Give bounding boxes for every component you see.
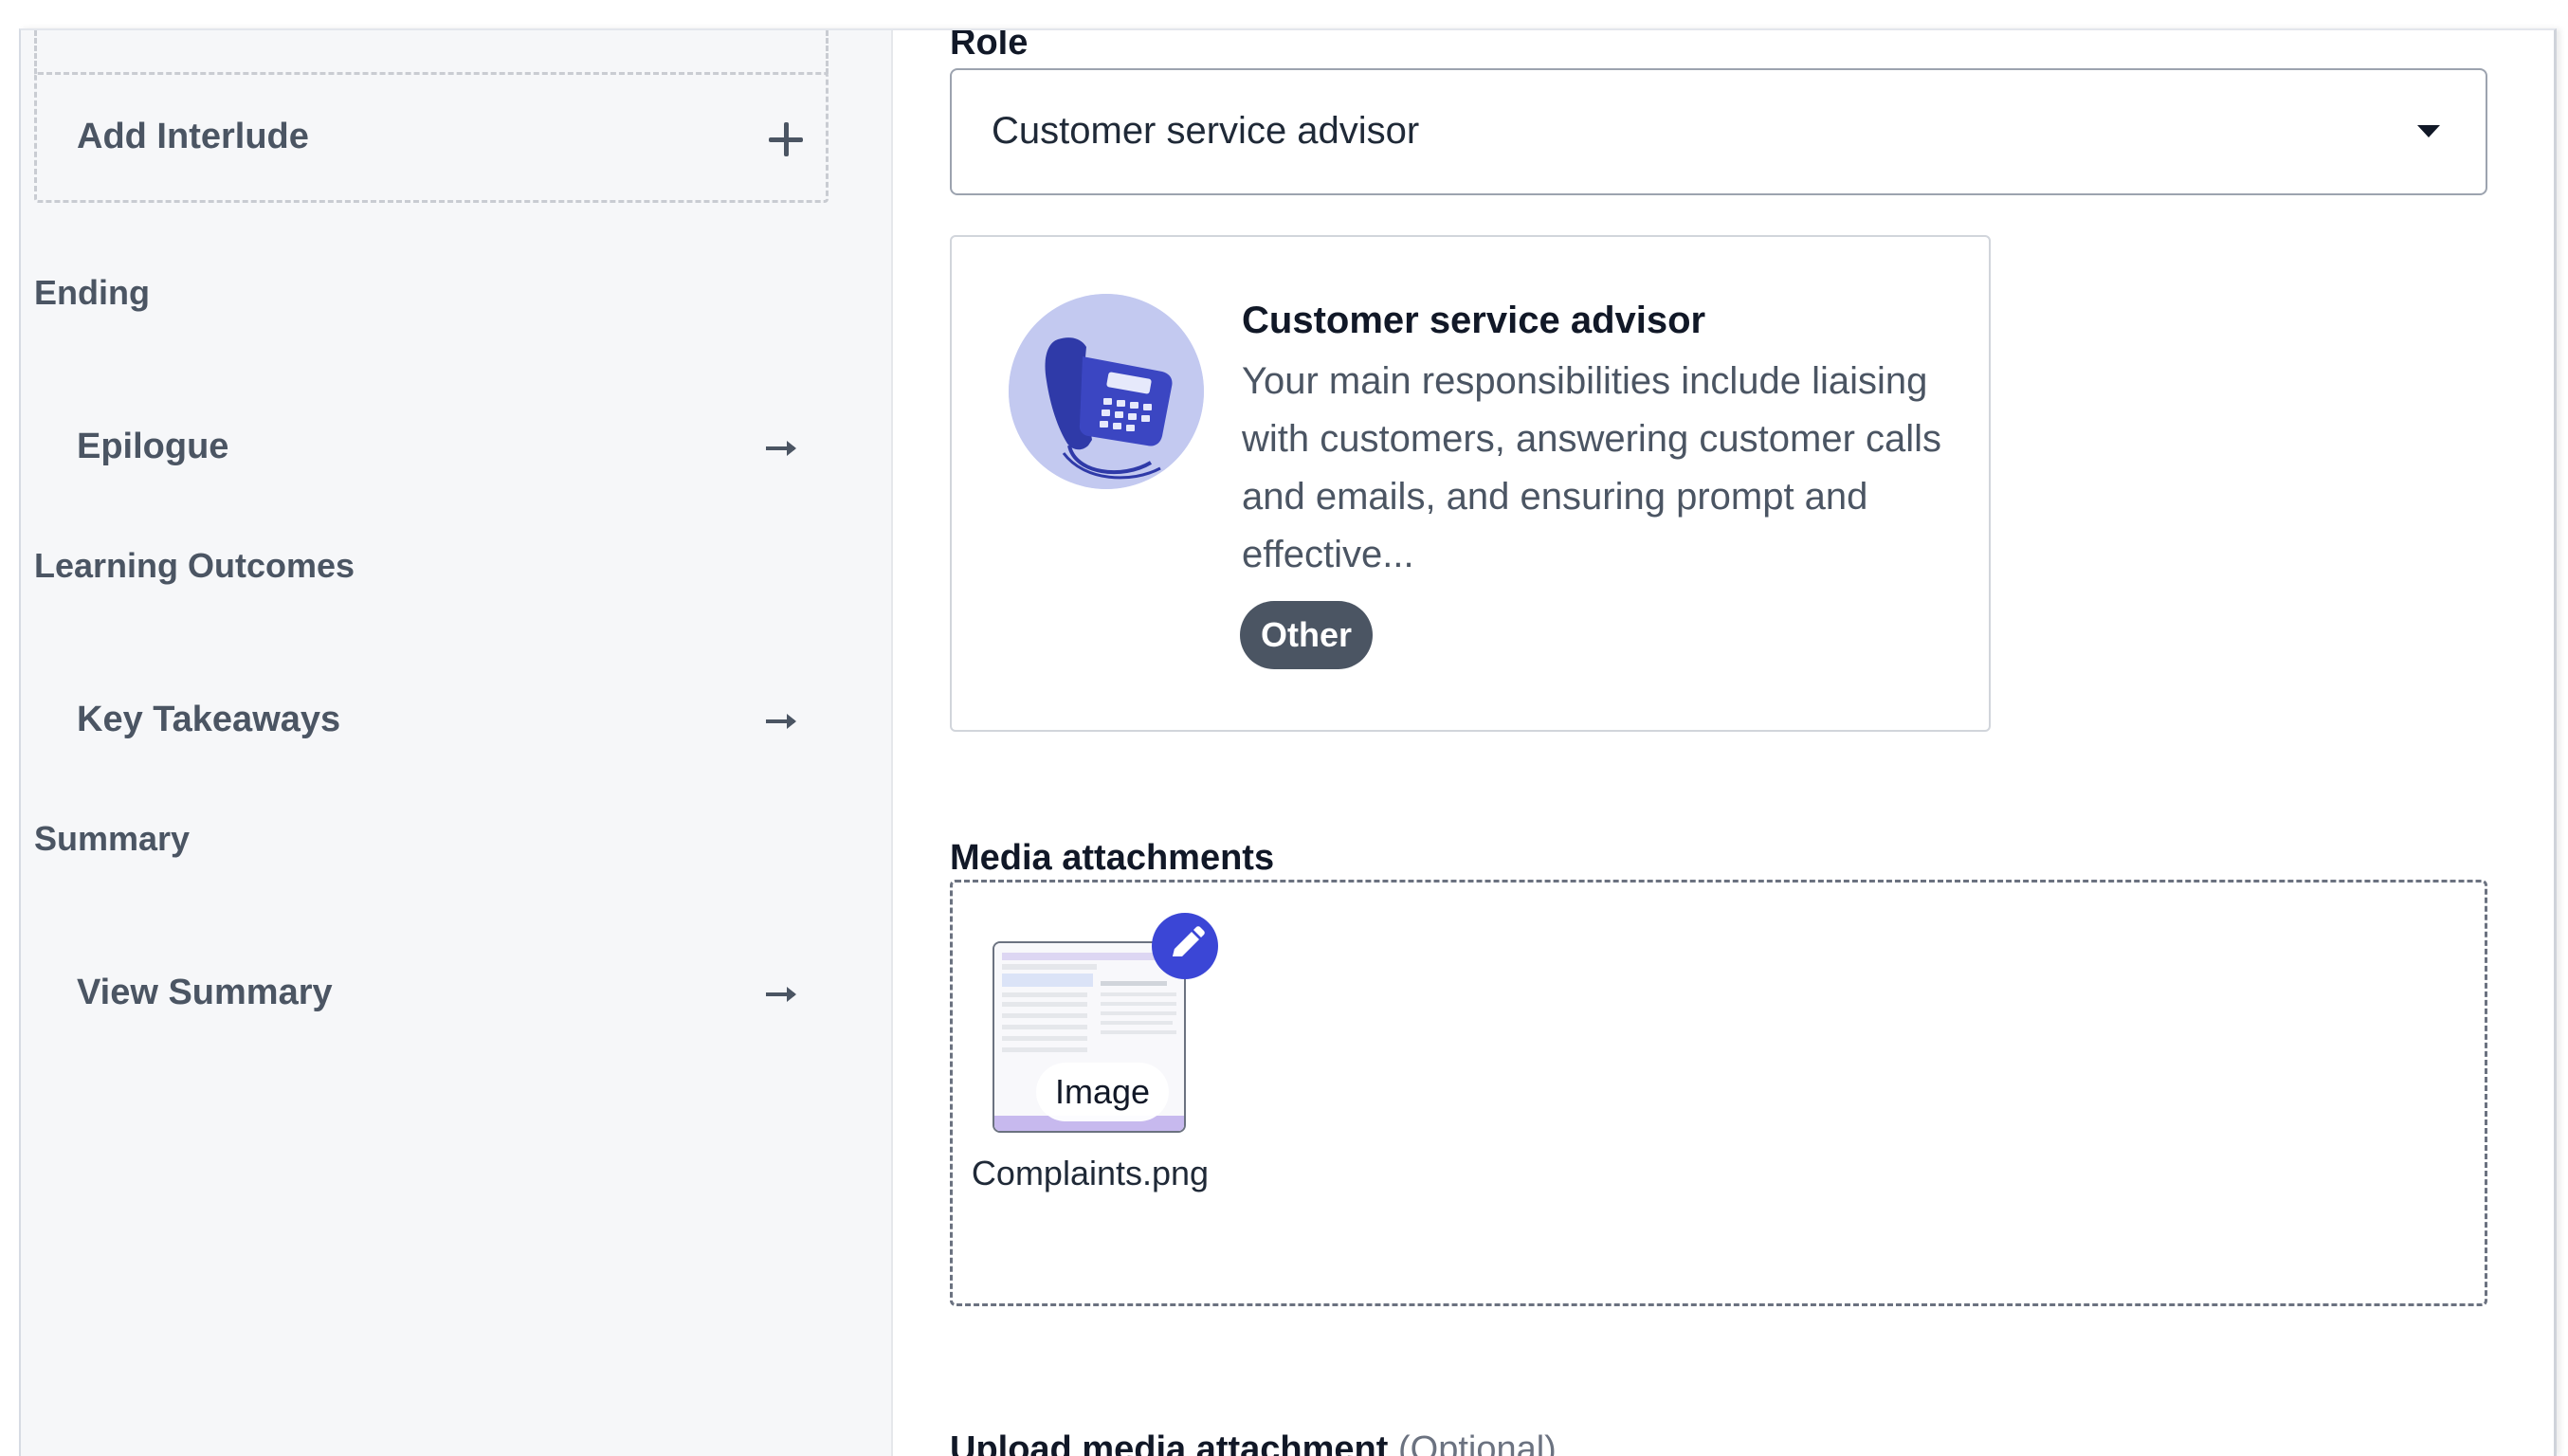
sidebar-item-view-summary[interactable]: View Summary bbox=[34, 946, 829, 1041]
sidebar-item-label: Epilogue bbox=[77, 427, 229, 466]
chevron-down-icon bbox=[2417, 125, 2440, 137]
role-select[interactable]: Customer service advisor bbox=[950, 68, 2487, 195]
sidebar-item-label: Key Takeaways bbox=[77, 700, 341, 739]
section-heading-summary: Summary bbox=[34, 819, 191, 858]
arrow-right-icon bbox=[766, 441, 796, 456]
sidebar-item-key-takeaways[interactable]: Key Takeaways bbox=[34, 673, 829, 768]
media-attachments-dropzone: Image Complaints.png bbox=[950, 880, 2487, 1306]
arrow-right-icon bbox=[766, 987, 796, 1002]
plus-icon bbox=[767, 120, 805, 158]
arrow-right-icon bbox=[766, 714, 796, 729]
upload-media-title: Upload media attachment bbox=[950, 1429, 1389, 1456]
role-select-value: Customer service advisor bbox=[992, 110, 1420, 152]
add-interlude-label: Add Interlude bbox=[77, 117, 309, 156]
attachment-type-badge: Image bbox=[1036, 1063, 1170, 1121]
sidebar-item-label: View Summary bbox=[77, 973, 333, 1012]
main-content: Role Customer service advisor Customer s… bbox=[893, 30, 2554, 1456]
edit-attachment-button[interactable] bbox=[1152, 913, 1218, 979]
app-frame: Add Interlude Ending Epilogue Learning O… bbox=[19, 28, 2557, 1456]
pencil-icon bbox=[1173, 926, 1205, 956]
telephone-icon bbox=[1009, 294, 1204, 489]
media-attachments-label: Media attachments bbox=[950, 838, 1275, 878]
sidebar-item-epilogue[interactable]: Epilogue bbox=[34, 400, 829, 495]
role-card-title: Customer service advisor bbox=[1242, 300, 1706, 341]
sidebar: Add Interlude Ending Epilogue Learning O… bbox=[21, 30, 893, 1456]
add-interlude-button[interactable]: Add Interlude bbox=[34, 72, 829, 203]
upload-media-label: Upload media attachment (Optional) bbox=[950, 1429, 1557, 1456]
role-label: Role bbox=[950, 28, 1029, 63]
section-heading-ending: Ending bbox=[34, 273, 150, 312]
role-card-description: Your main responsibilities include liais… bbox=[1242, 360, 1942, 575]
attachment-file-name: Complaints.png bbox=[971, 1154, 1210, 1192]
previous-item-dashed-outline bbox=[34, 30, 829, 74]
role-category-badge: Other bbox=[1240, 601, 1374, 669]
optional-hint: (Optional) bbox=[1397, 1429, 1557, 1456]
section-heading-learning-outcomes: Learning Outcomes bbox=[34, 546, 355, 585]
role-card[interactable]: Customer service advisor Your main respo… bbox=[950, 235, 1991, 732]
